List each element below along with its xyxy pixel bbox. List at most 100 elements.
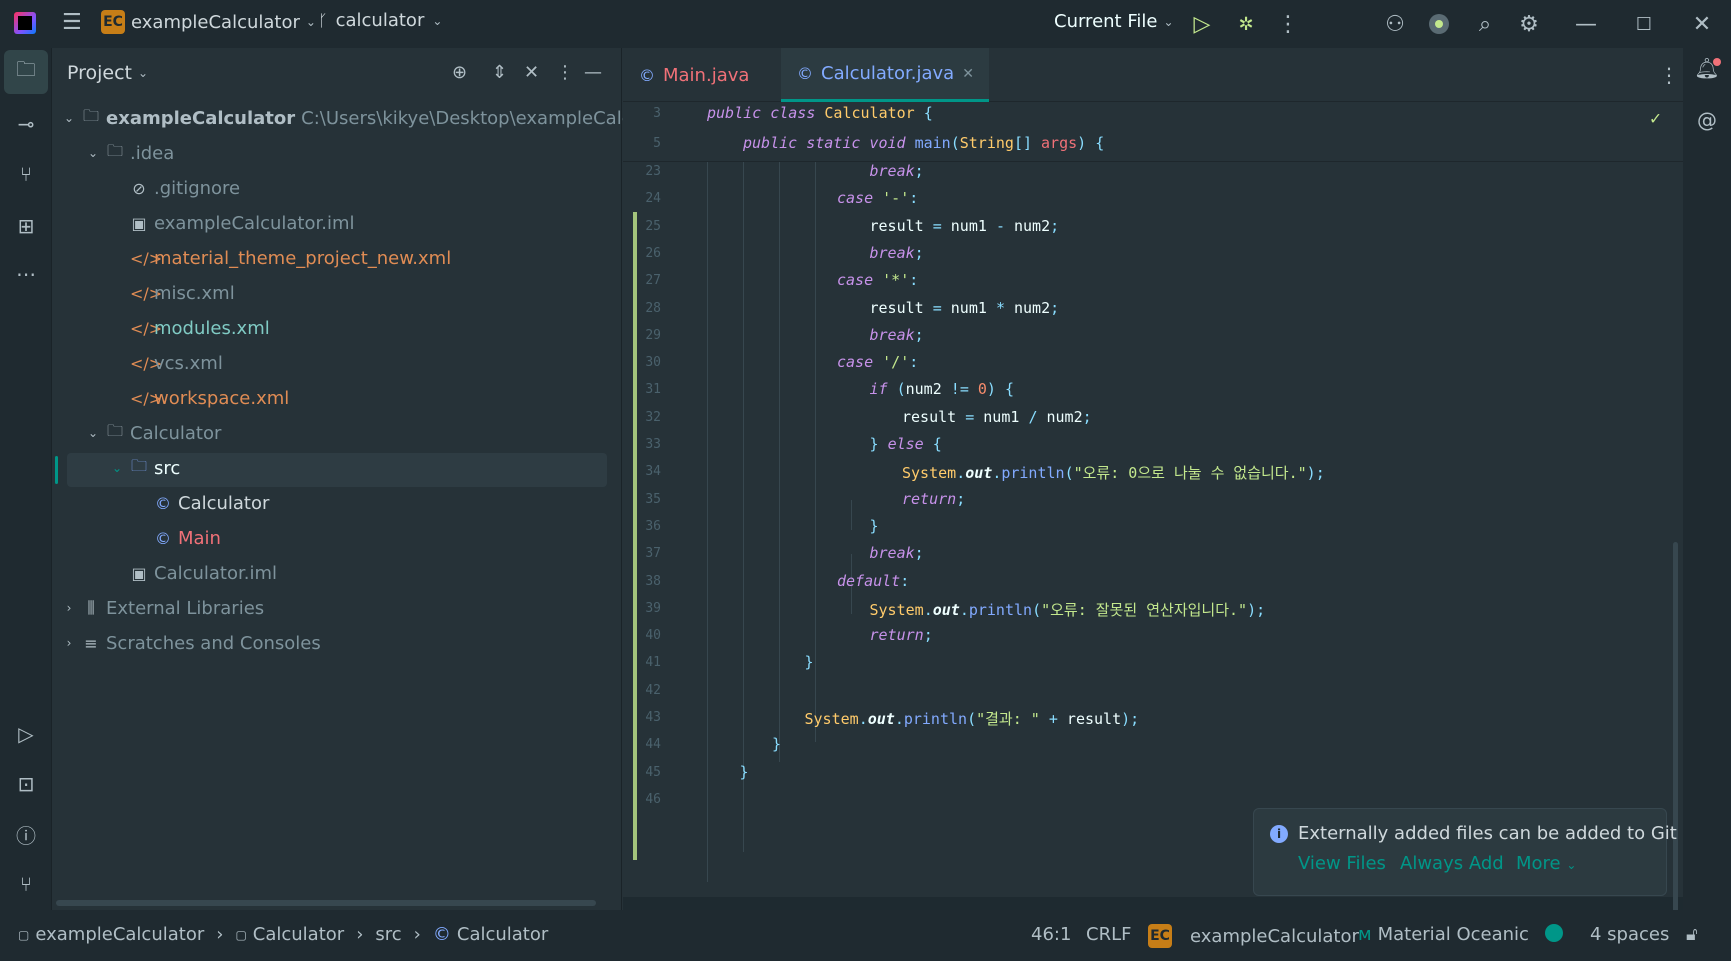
line-number[interactable]: 44 [623, 737, 661, 752]
line-number[interactable]: 33 [623, 437, 661, 452]
line-number[interactable]: 40 [623, 628, 661, 643]
theme-indicator[interactable]: ᴍ Material Oceanic [1358, 924, 1529, 945]
collapse-all-icon[interactable]: ✕ [524, 62, 539, 83]
project-panel-title[interactable]: Project ⌄ [67, 62, 148, 84]
library-icon: ⫼ [87, 598, 95, 617]
branch-selector[interactable]: ᚴ calculator ⌄ [318, 10, 442, 31]
code-editor[interactable]: 3 public class Calculator { 5 public sta… [623, 102, 1683, 952]
problems-icon[interactable]: ⓘ [12, 820, 40, 848]
tree-item-misc[interactable]: </> misc.xml [130, 278, 235, 308]
more-tools-icon[interactable]: ⋯ [12, 260, 40, 288]
tree-item-calculator-iml[interactable]: ▣ Calculator.iml [130, 558, 277, 588]
run-config-selector[interactable]: Current File ⌄ [1054, 11, 1174, 32]
line-number[interactable]: 38 [623, 574, 661, 589]
line-number[interactable]: 28 [623, 301, 661, 316]
line-number[interactable]: 41 [623, 655, 661, 670]
line-number[interactable]: 25 [623, 219, 661, 234]
settings-gear-icon[interactable]: ⚙ [1515, 10, 1543, 38]
module-icon: ▢ [18, 927, 30, 942]
debug-icon[interactable]: ✲ [1232, 10, 1260, 38]
chevron-down-icon: ⌄ [111, 461, 123, 475]
line-separator[interactable]: CRLF [1086, 924, 1131, 945]
line-number[interactable]: 27 [623, 273, 661, 288]
tree-item-external-libraries[interactable]: › ⫼ External Libraries [62, 593, 265, 623]
iml-file-icon: ▣ [131, 563, 147, 583]
line-number[interactable]: 45 [623, 765, 661, 780]
tree-item-calculator-class[interactable]: © Calculator [154, 488, 269, 518]
run-tool-icon[interactable]: ▷ [12, 720, 40, 748]
minimize-icon[interactable]: — [1572, 10, 1600, 38]
tree-item-src[interactable]: ⌄ 🗀 src [110, 453, 180, 483]
line-number[interactable]: 24 [623, 191, 661, 206]
commit-icon[interactable]: ⊸ [12, 110, 40, 138]
theme-accent-dot[interactable] [1545, 924, 1563, 942]
breadcrumb-item[interactable]: Calculator [457, 924, 548, 945]
structure-icon[interactable]: ⊞ [12, 212, 40, 240]
always-add-link[interactable]: Always Add [1400, 853, 1504, 874]
tree-item-modules[interactable]: </> modules.xml [130, 313, 270, 343]
hide-panel-icon[interactable]: — [584, 62, 602, 83]
tree-item-material-theme[interactable]: </> material_theme_project_new.xml [130, 243, 451, 273]
close-tab-icon[interactable]: ✕ [962, 66, 974, 82]
breadcrumb-item[interactable]: Calculator [253, 924, 344, 945]
line-number[interactable]: 36 [623, 519, 661, 534]
breadcrumb-item[interactable]: src [375, 924, 401, 945]
line-number[interactable]: 42 [623, 683, 661, 698]
line-number[interactable]: 26 [623, 246, 661, 261]
search-icon[interactable]: ⌕ [1471, 10, 1499, 38]
caret-position[interactable]: 46:1 [1031, 924, 1071, 945]
options-icon[interactable]: ⋮ [556, 62, 574, 83]
line-number[interactable]: 29 [623, 328, 661, 343]
more-link[interactable]: More ⌄ [1516, 853, 1576, 874]
line-number[interactable]: 23 [623, 164, 661, 179]
maximize-icon[interactable]: ☐ [1630, 10, 1658, 38]
locate-icon[interactable]: ⊕ [452, 62, 467, 83]
line-number[interactable]: 32 [623, 410, 661, 425]
line-number[interactable]: 34 [623, 464, 661, 479]
tree-item-main-class[interactable]: © Main [154, 523, 221, 553]
ai-assistant-spiral-icon[interactable]: @ [1693, 106, 1721, 134]
line-number[interactable]: 37 [623, 546, 661, 561]
vertical-scrollbar[interactable] [1673, 542, 1678, 952]
run-icon[interactable]: ▷ [1188, 10, 1216, 38]
ai-assistant-icon[interactable] [1425, 10, 1453, 38]
close-icon[interactable]: ✕ [1688, 10, 1716, 38]
tree-item-scratches[interactable]: › ≡ Scratches and Consoles [62, 628, 321, 658]
terminal-icon[interactable]: ⊡ [12, 770, 40, 798]
line-number[interactable]: 35 [623, 492, 661, 507]
expand-all-icon[interactable]: ⇕ [492, 62, 507, 83]
tab-main-java[interactable]: © Main.java [623, 48, 765, 102]
line-number[interactable]: 46 [623, 792, 661, 807]
tree-item-gitignore[interactable]: ⊘ .gitignore [130, 173, 240, 203]
main-menu-icon[interactable]: ☰ [62, 12, 84, 34]
view-files-link[interactable]: View Files [1298, 853, 1386, 874]
indent-setting[interactable]: 4 spaces [1590, 924, 1669, 945]
tree-item-idea[interactable]: ⌄ 🗀 .idea [86, 138, 174, 168]
folder-icon: 🗀 [106, 140, 123, 160]
tree-item-iml[interactable]: ▣ exampleCalculator.iml [130, 208, 354, 238]
git-icon[interactable]: ⑂ [12, 870, 40, 898]
project-folder-icon[interactable]: 🗀 [12, 57, 40, 86]
line-number[interactable]: 30 [623, 355, 661, 370]
readonly-lock-icon[interactable]: 🔓︎ [1686, 924, 1698, 945]
inspection-ok-icon[interactable]: ✓ [1650, 108, 1661, 129]
project-selector[interactable]: EC exampleCalculator ⌄ [101, 10, 316, 34]
line-number[interactable]: 39 [623, 601, 661, 616]
code-line: } [739, 762, 749, 781]
more-actions-icon[interactable]: ⋮ [1274, 10, 1302, 38]
project-indicator[interactable]: EC exampleCalculator [1148, 924, 1359, 948]
code-line: break; [869, 325, 924, 344]
add-user-icon[interactable]: ⚇ [1381, 10, 1409, 38]
breadcrumb-item[interactable]: exampleCalculator [35, 924, 204, 945]
sticky-line: public static void main(String[] args) { [743, 134, 1105, 152]
horizontal-scrollbar[interactable] [56, 900, 596, 906]
pull-requests-icon[interactable]: ⑂ [12, 160, 40, 188]
module-folder-icon: 🗀 [106, 420, 123, 440]
line-number[interactable]: 31 [623, 382, 661, 397]
line-number[interactable]: 43 [623, 710, 661, 725]
tab-calculator-java[interactable]: © Calculator.java ✕ [781, 48, 989, 102]
tree-item-vcs[interactable]: </> vcs.xml [130, 348, 223, 378]
tree-item-workspace[interactable]: </> workspace.xml [130, 383, 289, 413]
tree-item-root[interactable]: ⌄ 🗀 exampleCalculator C:\Users\kikye\Des… [62, 103, 666, 133]
tree-item-calculator-module[interactable]: ⌄ 🗀 Calculator [86, 418, 221, 448]
